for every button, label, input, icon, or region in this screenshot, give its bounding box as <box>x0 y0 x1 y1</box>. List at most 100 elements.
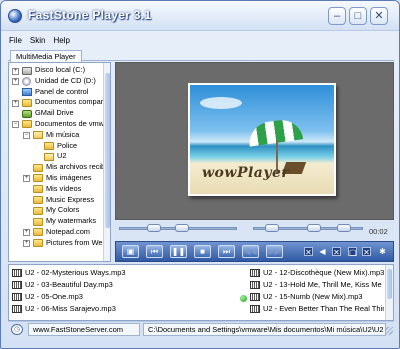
volume-slider-knob-left[interactable] <box>265 224 279 232</box>
tree-item[interactable]: + Notepad.com <box>9 227 105 238</box>
settings-bug-icon[interactable]: ✱ <box>378 247 387 256</box>
folder-icon <box>33 196 43 205</box>
resize-grip-icon[interactable] <box>385 327 393 335</box>
list-item[interactable]: U2 - 13-Hold Me, Thrill Me, Kiss Me <box>250 279 384 290</box>
close-button[interactable]: ✕ <box>370 7 388 25</box>
folder-icon <box>33 217 43 226</box>
tree-vertical-scrollbar[interactable] <box>103 63 110 261</box>
tree-item[interactable]: Police <box>9 141 105 152</box>
expand-icon[interactable]: + <box>12 67 19 75</box>
audio-file-icon <box>12 304 22 313</box>
tree-item[interactable]: Panel de control <box>9 87 105 98</box>
folder-icon <box>33 206 43 215</box>
tab-multimedia-player[interactable]: MultiMedia Player <box>10 50 82 62</box>
tree-item[interactable]: My watermarks <box>9 216 105 227</box>
minimize-button[interactable]: – <box>328 7 346 25</box>
rewind-icon[interactable]: ◀◀ <box>242 245 259 258</box>
playlist-scrollbar[interactable] <box>385 265 393 320</box>
list-item[interactable]: U2 - 02-Mysterious Ways.mp3 <box>12 267 242 278</box>
tree-item[interactable]: U2 <box>9 151 105 162</box>
tree-item[interactable]: Mis vídeos <box>9 184 105 195</box>
media-viewer[interactable]: wowPlayer <box>115 62 394 220</box>
folder-icon <box>33 163 43 172</box>
audio-file-icon <box>250 304 260 313</box>
list-item-now-playing[interactable]: U2 - 15-Numb (New Mix).mp3 <box>250 291 384 302</box>
maximize-button[interactable]: □ <box>349 7 367 25</box>
tree-item-label: My Colors <box>46 205 80 215</box>
collapse-icon[interactable]: − <box>23 132 30 140</box>
menu-skin[interactable]: Skin <box>30 36 46 49</box>
open-folder-icon[interactable]: ▣ <box>122 245 139 258</box>
tree-item[interactable]: Mis archivos recibidos <box>9 162 110 173</box>
shuffle-icon[interactable]: ✕ <box>362 247 371 257</box>
list-item[interactable]: U2 - 12-Discothèque (New Mix).mp3 <box>250 267 384 278</box>
tree-item-label: Mi música <box>46 129 80 139</box>
volume-icon[interactable]: ◀ <box>318 247 327 256</box>
website-link[interactable]: www.FastStoneServer.com <box>28 323 140 336</box>
tree-item-label: Mis archivos recibidos <box>46 162 110 172</box>
menu-help[interactable]: Help <box>53 36 69 49</box>
tree-item[interactable]: − Mi música <box>9 130 105 141</box>
folder-icon <box>33 174 43 183</box>
pause-icon[interactable]: ❚❚ <box>170 245 187 258</box>
tree-scroll-thumb[interactable] <box>105 73 110 228</box>
expand-icon[interactable]: + <box>12 99 19 107</box>
audio-file-icon <box>12 280 22 289</box>
tree-item[interactable]: + Pictures from Web <box>9 237 107 249</box>
seek-area: 00:02 <box>115 221 394 240</box>
expand-icon[interactable]: + <box>23 175 30 183</box>
balance-slider-knob[interactable] <box>175 224 189 232</box>
now-playing-indicator-icon <box>240 295 247 302</box>
app-icon <box>8 9 22 23</box>
playlist[interactable]: U2 - 02-Mysterious Ways.mp3 U2 - 03-Beau… <box>8 264 394 321</box>
list-item[interactable]: U2 - 05-One.mp3 <box>12 291 242 302</box>
tree-item[interactable]: + Disco local (C:) <box>9 65 105 76</box>
album-artwork: wowPlayer <box>188 83 336 196</box>
tree-item-label: Unidad de CD (D:) <box>35 75 96 85</box>
control-panel-icon <box>22 88 32 97</box>
tree-item[interactable]: GMail Drive <box>9 108 105 119</box>
status-bar: ◷ www.FastStoneServer.com C:\Documents a… <box>8 321 394 336</box>
list-item[interactable]: U2 - 06-Miss Sarajevo.mp3 <box>12 303 242 314</box>
mute-icon[interactable]: ✕ <box>332 247 341 257</box>
expand-icon[interactable]: + <box>23 229 30 237</box>
collapse-icon[interactable]: − <box>12 121 19 129</box>
tree-item[interactable]: + Documentos compartidos <box>9 97 110 108</box>
menu-file[interactable]: File <box>9 36 22 49</box>
tree-item-label: Mis vídeos <box>46 183 82 193</box>
repeat-icon[interactable]: ✕ <box>304 247 313 257</box>
list-item[interactable]: U2 - 03-Beautiful Day.mp3 <box>12 279 242 290</box>
list-item[interactable]: U2 - Even Better Than The Real Thing <box>250 303 384 314</box>
previous-icon[interactable]: ⏮ <box>146 245 163 258</box>
title-bar[interactable]: FastStone Player 3.1 – □ ✕ <box>1 1 399 31</box>
folder-icon <box>33 185 43 194</box>
fullscreen-icon[interactable]: ▢ <box>348 247 357 257</box>
expand-icon[interactable]: + <box>23 240 30 248</box>
audio-file-icon <box>250 268 260 277</box>
speed-slider-knob[interactable] <box>337 224 351 232</box>
tree-item-label: GMail Drive <box>35 108 74 118</box>
tree-item[interactable]: + Unidad de CD (D:) <box>9 76 105 87</box>
tree-item-label: Police <box>57 140 78 150</box>
stop-icon[interactable]: ■ <box>194 245 211 258</box>
folder-tree[interactable]: + Disco local (C:) + Unidad de CD (D:) Panel… <box>8 62 111 262</box>
tree-item[interactable]: My Colors <box>9 205 105 216</box>
tree-item-label: Pictures from Web <box>46 237 107 247</box>
clock-icon[interactable]: ◷ <box>11 324 23 335</box>
volume-slider-knob-right[interactable] <box>307 224 321 232</box>
position-slider-knob[interactable] <box>147 224 161 232</box>
tree-item-label: Documentos de vmware <box>35 118 111 128</box>
folder-icon <box>33 228 43 237</box>
tree-item-label: Panel de control <box>35 86 89 96</box>
tree-item[interactable]: Music Express <box>9 195 105 206</box>
tree-item[interactable]: + Mis imágenes <box>9 173 105 184</box>
expand-icon[interactable]: + <box>12 78 19 86</box>
open-folder-icon <box>44 152 54 161</box>
audio-file-icon <box>250 292 260 301</box>
fast-forward-icon[interactable]: ▶▶ <box>266 245 283 258</box>
tree-item[interactable]: − Documentos de vmware <box>9 119 110 130</box>
playlist-scroll-thumb[interactable] <box>387 269 392 299</box>
tree-item-label: Music Express <box>46 194 95 204</box>
next-icon[interactable]: ⏭ <box>218 245 235 258</box>
hard-drive-icon <box>22 66 32 75</box>
